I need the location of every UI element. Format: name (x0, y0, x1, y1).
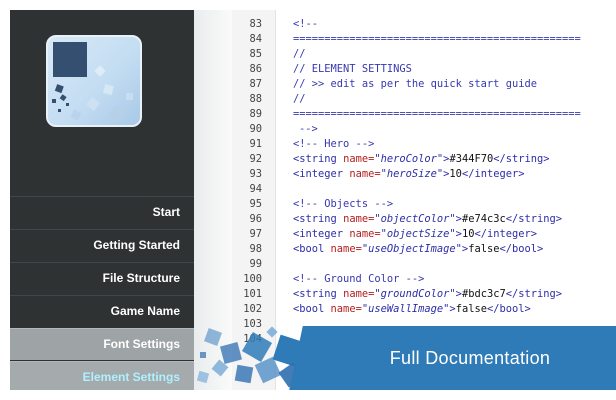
line-number: 100 (243, 273, 262, 285)
game-logo (46, 35, 142, 127)
line-number: 101 (243, 288, 262, 300)
code-margin (194, 10, 232, 390)
line-number: 89 (249, 108, 262, 120)
code-token: name= (330, 303, 362, 315)
line-number: 96 (249, 213, 262, 225)
line-number: 102 (243, 303, 262, 315)
line-number: 83 (249, 18, 262, 30)
code-line: ========================================… (293, 33, 581, 45)
code-line: <!-- Ground Color --> (293, 273, 425, 285)
code-token: </bool> (486, 303, 531, 315)
code-line: <!-- (293, 18, 319, 30)
code-token: #bdc3c7 (461, 288, 506, 300)
line-number: 85 (249, 48, 262, 60)
code-token: <integer (293, 228, 344, 240)
code-token: <string (293, 288, 337, 300)
line-number: 99 (249, 258, 262, 270)
code-token: name= (343, 213, 375, 225)
code-token: </integer> (461, 168, 525, 180)
code-token: "useObjectImage" (361, 243, 462, 255)
sidebar: Start Getting Started File Structure Gam… (10, 10, 194, 390)
code-token: 10 (461, 228, 475, 240)
code-line: // ELEMENT SETTINGS (293, 63, 412, 75)
nav-item-file-structure[interactable]: File Structure (10, 262, 194, 294)
code-line: // (293, 93, 306, 105)
code-token: false (468, 243, 500, 255)
code-token: name= (343, 288, 375, 300)
code-token: </bool> (499, 243, 544, 255)
code-token: <string (293, 213, 337, 225)
nav-item-getting-started[interactable]: Getting Started (10, 229, 194, 261)
code-token: name= (349, 228, 381, 240)
nav-item-game-name[interactable]: Game Name (10, 295, 194, 327)
line-number: 91 (249, 138, 262, 150)
logo-particles (52, 65, 133, 122)
line-number: 88 (249, 93, 262, 105)
code-token: "heroSize" (380, 168, 444, 180)
code-line: <integer name="objectSize">10</integer> (293, 228, 537, 240)
code-line: --> (299, 123, 318, 135)
code-token: "objectSize" (380, 228, 456, 240)
code-line: <string name="heroColor">#344F70</string… (293, 153, 550, 165)
code-line: <string name="groundColor">#bdc3c7</stri… (293, 288, 562, 300)
code-line: ========================================… (293, 108, 581, 120)
code-token: <bool (293, 303, 325, 315)
code-token: <string (293, 153, 337, 165)
line-number: 98 (249, 243, 262, 255)
code-token: <integer (293, 168, 344, 180)
code-token: <bool (293, 243, 325, 255)
line-number: 94 (249, 183, 262, 195)
line-number: 93 (249, 168, 262, 180)
code-token: "useWallImage" (361, 303, 450, 315)
code-line: // (293, 48, 306, 60)
code-token: name= (343, 153, 375, 165)
code-token: </string> (505, 288, 563, 300)
line-number: 97 (249, 228, 262, 240)
line-number: 104 (243, 333, 262, 345)
line-number: 87 (249, 78, 262, 90)
code-token: </string> (493, 153, 550, 165)
code-token: "objectColor" (374, 213, 456, 225)
nav-item-start[interactable]: Start (10, 196, 194, 228)
line-number: 90 (249, 123, 262, 135)
code-line: <!-- Objects --> (293, 198, 394, 210)
line-number: 103 (243, 318, 262, 330)
line-number: 86 (249, 63, 262, 75)
code-token: 10 (449, 168, 462, 180)
line-number: 84 (249, 33, 262, 45)
nav-item-element-settings[interactable]: Element Settings (10, 361, 194, 390)
code-token: name= (349, 168, 381, 180)
code-line: <bool name="useObjectImage">false</bool> (293, 243, 543, 255)
code-line: // >> edit as per the quick start guide (293, 78, 537, 90)
code-token: </integer> (474, 228, 538, 240)
code-token: #e74c3c (461, 213, 506, 225)
code-line: <!-- Hero --> (293, 138, 375, 150)
code-token: #344F70 (449, 153, 494, 165)
code-token: "heroColor" (374, 153, 444, 165)
code-token: "groundColor" (374, 288, 456, 300)
line-number: 92 (249, 153, 262, 165)
code-token: name= (330, 243, 362, 255)
line-number: 95 (249, 198, 262, 210)
code-line: <string name="objectColor">#e74c3c</stri… (293, 213, 562, 225)
code-line: <bool name="useWallImage">false</bool> (293, 303, 531, 315)
code-token: false (455, 303, 487, 315)
full-documentation-label[interactable]: Full Documentation (340, 326, 600, 390)
code-line: <integer name="heroSize">10</integer> (293, 168, 525, 180)
nav-item-font-settings[interactable]: Font Settings (10, 328, 194, 360)
code-token: </string> (505, 213, 563, 225)
